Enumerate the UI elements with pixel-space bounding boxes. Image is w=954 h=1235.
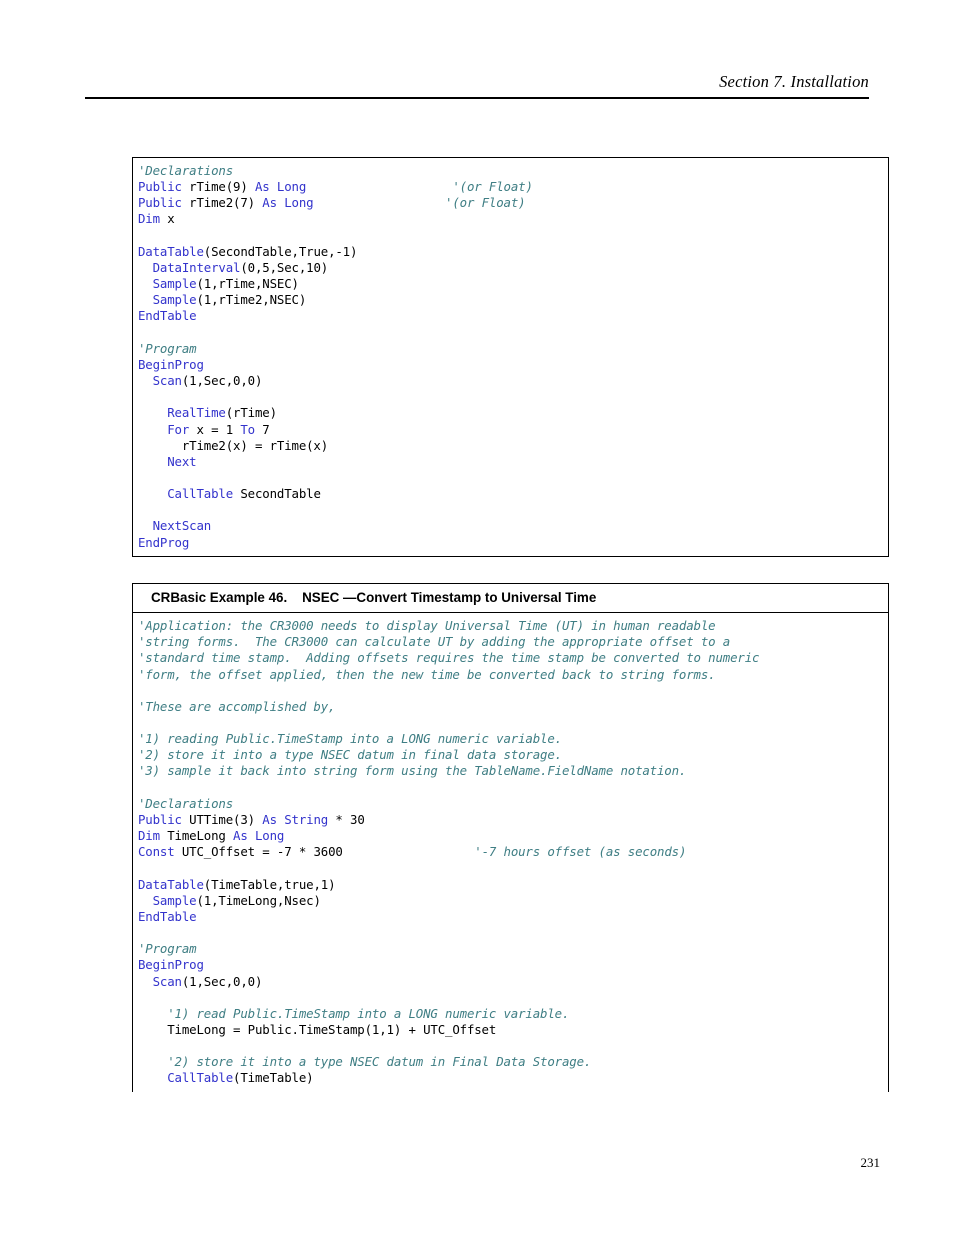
code-token-k: RealTime: [167, 405, 226, 421]
code-token-k: Dim: [138, 828, 160, 844]
code-listing: 'Application: the CR3000 needs to displa…: [138, 618, 888, 1087]
page-number: 231: [860, 1155, 881, 1170]
code-token-pl: 7: [254, 421, 270, 437]
code-token-k: EndProg: [138, 534, 190, 550]
code-token-k: Next: [167, 453, 197, 469]
code-token-cm: '1) reading Public.TimeStamp into a LONG…: [138, 731, 562, 747]
code-token-k: To: [240, 421, 255, 437]
code-token-k: Dim: [138, 211, 160, 227]
header-title: Section 7. Installation: [719, 72, 869, 91]
code-token-pl: (TimeTable): [233, 1070, 314, 1086]
crbasic-example-46: CRBasic Example 46. NSEC —Convert Timest…: [132, 583, 889, 1092]
code-token-k: As Long: [233, 828, 285, 844]
code-token-cm: 'Application: the CR3000 needs to displa…: [138, 618, 716, 634]
code-token-pl: rTime2(x) = rTime(x): [138, 437, 329, 453]
code-token-pl: (1,Sec,0,0): [181, 373, 263, 389]
code-token-pl: (1,TimeLong,Nsec): [196, 892, 321, 908]
code-token-k: Public: [138, 811, 182, 827]
code-token-cm: 'Declarations: [138, 163, 234, 178]
code-token-pl: (rTime): [225, 405, 277, 421]
code-token-k: NextScan: [152, 518, 212, 534]
code-listing: 'Declarations Public rTime(9) As Long '(…: [138, 163, 888, 551]
code-token-pl: UTC_Offset = -7 * 3600: [174, 844, 475, 860]
code-token-pl: (0,5,Sec,10): [240, 259, 329, 275]
code-token-cm: 'string forms. The CR3000 can calculate …: [138, 634, 731, 650]
code-token-cm: 'standard time stamp. Adding offsets req…: [138, 650, 760, 666]
code-token-pl: (1,rTime2,NSEC): [196, 292, 307, 308]
code-token-pl: TimeLong = Public.TimeStamp(1,1) + UTC_O…: [138, 1021, 497, 1037]
code-token-pl: TimeLong: [159, 828, 234, 844]
code-token-k: Sample: [152, 276, 197, 292]
code-token-cm: 'Declarations: [138, 795, 234, 811]
code-token-cm: 'Program: [138, 340, 197, 356]
code-token-k: Sample: [152, 292, 197, 308]
code-token-pl: (TimeTable,true,1): [203, 876, 336, 892]
crbasic-example-realtime-nsec: 'Declarations Public rTime(9) As Long '(…: [132, 157, 889, 557]
code-token-k: EndTable: [138, 308, 197, 324]
code-token-cm: '1) read Public.TimeStamp into a LONG nu…: [167, 1005, 570, 1021]
code-token-k: As String: [262, 811, 329, 827]
code-token-pl: (1,Sec,0,0): [181, 973, 263, 989]
header-rule: [85, 97, 869, 99]
code-token-k: EndTable: [138, 908, 197, 924]
code-token-k: Scan: [152, 373, 182, 389]
code-token-k: Public: [138, 179, 182, 195]
code-token-k: BeginProg: [138, 957, 204, 973]
code-token-pl: x = 1: [189, 421, 241, 437]
code-token-cm: '2) store it into a type NSEC datum in F…: [167, 1054, 592, 1070]
code-token-cm: 'form, the offset applied, then the new …: [138, 666, 716, 682]
code-token-k: Scan: [152, 973, 182, 989]
code-token-cm: '-7 hours offset (as seconds): [474, 844, 687, 860]
code-token-k: CallTable: [167, 486, 234, 502]
code-token-pl: x: [159, 211, 175, 227]
code-token-cm: '(or Float): [445, 195, 526, 211]
code-token-k: DataInterval: [152, 259, 241, 275]
code-token-k: DataTable: [138, 876, 204, 892]
code-token-cm: '2) store it into a type NSEC datum in f…: [138, 747, 562, 763]
code-token-k: CallTable: [167, 1070, 234, 1086]
code-box[interactable]: 'Application: the CR3000 needs to displa…: [132, 613, 889, 1092]
code-token-pl: (SecondTable,True,-1): [203, 243, 358, 259]
code-token-pl: UTTime(3): [181, 811, 263, 827]
code-token-pl: SecondTable: [233, 486, 321, 502]
code-token-pl: rTime2(7): [181, 195, 263, 211]
code-token-pl: * 30: [328, 811, 365, 827]
code-token-k: DataTable: [138, 243, 204, 259]
code-token-k: As Long: [262, 195, 314, 211]
code-box[interactable]: 'Declarations Public rTime(9) As Long '(…: [132, 157, 889, 557]
code-token-k: Sample: [152, 892, 197, 908]
code-token-cm: '3) sample it back into string form usin…: [138, 763, 687, 779]
code-token-k: Const: [138, 844, 175, 860]
code-token-k: Public: [138, 195, 182, 211]
code-token-pl: (1,rTime,NSEC): [196, 276, 299, 292]
code-token-cm: 'Program: [138, 941, 197, 957]
code-token-k: BeginProg: [138, 356, 204, 372]
code-token-cm: 'These are accomplished by,: [138, 698, 336, 714]
code-token-k: As Long: [254, 179, 307, 195]
page-header: Section 7. Installation: [85, 72, 869, 99]
code-token-pl: rTime(9): [181, 179, 255, 195]
example-caption: CRBasic Example 46. NSEC —Convert Timest…: [132, 583, 889, 614]
code-token-k: For: [167, 421, 190, 437]
code-token-cm: '(or Float): [452, 179, 533, 195]
